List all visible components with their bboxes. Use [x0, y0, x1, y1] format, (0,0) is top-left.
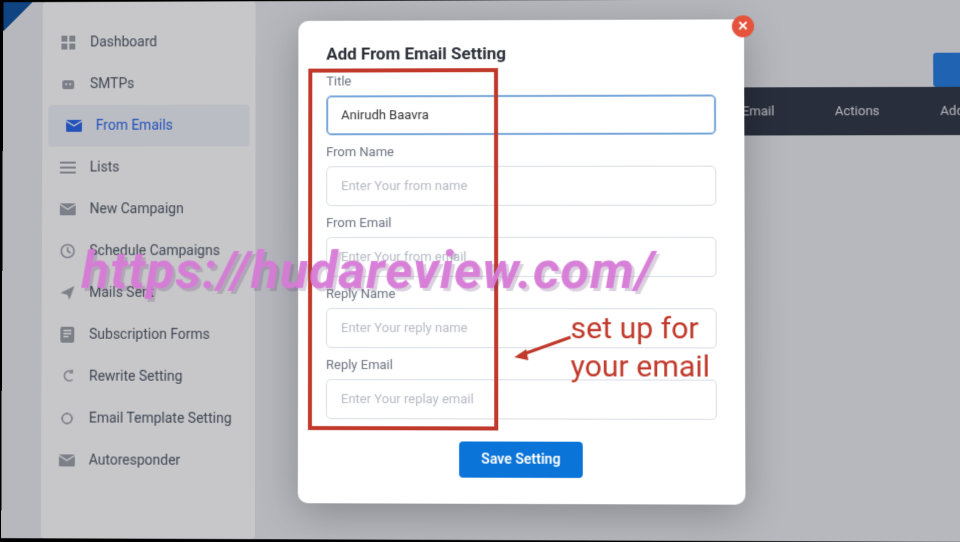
save-setting-button[interactable]: Save Setting [459, 441, 583, 478]
title-input[interactable] [326, 94, 716, 135]
title-label: Title [326, 73, 716, 89]
reply-name-label: Reply Name [326, 287, 717, 302]
annotation-line1: set up for [570, 310, 710, 348]
close-button[interactable]: ✕ [732, 15, 754, 37]
from-name-input[interactable] [326, 166, 716, 206]
annotation-text: set up for your email [570, 310, 710, 386]
annotation-arrow-icon [512, 333, 572, 363]
from-name-label: From Name [326, 145, 716, 161]
from-email-label: From Email [326, 216, 716, 231]
add-from-email-modal: ✕ Add From Email Setting Title From Name… [298, 19, 746, 504]
close-icon: ✕ [737, 19, 748, 34]
modal-title: Add From Email Setting [326, 43, 716, 64]
from-email-input[interactable] [326, 237, 716, 277]
annotation-line2: your email [571, 348, 711, 386]
